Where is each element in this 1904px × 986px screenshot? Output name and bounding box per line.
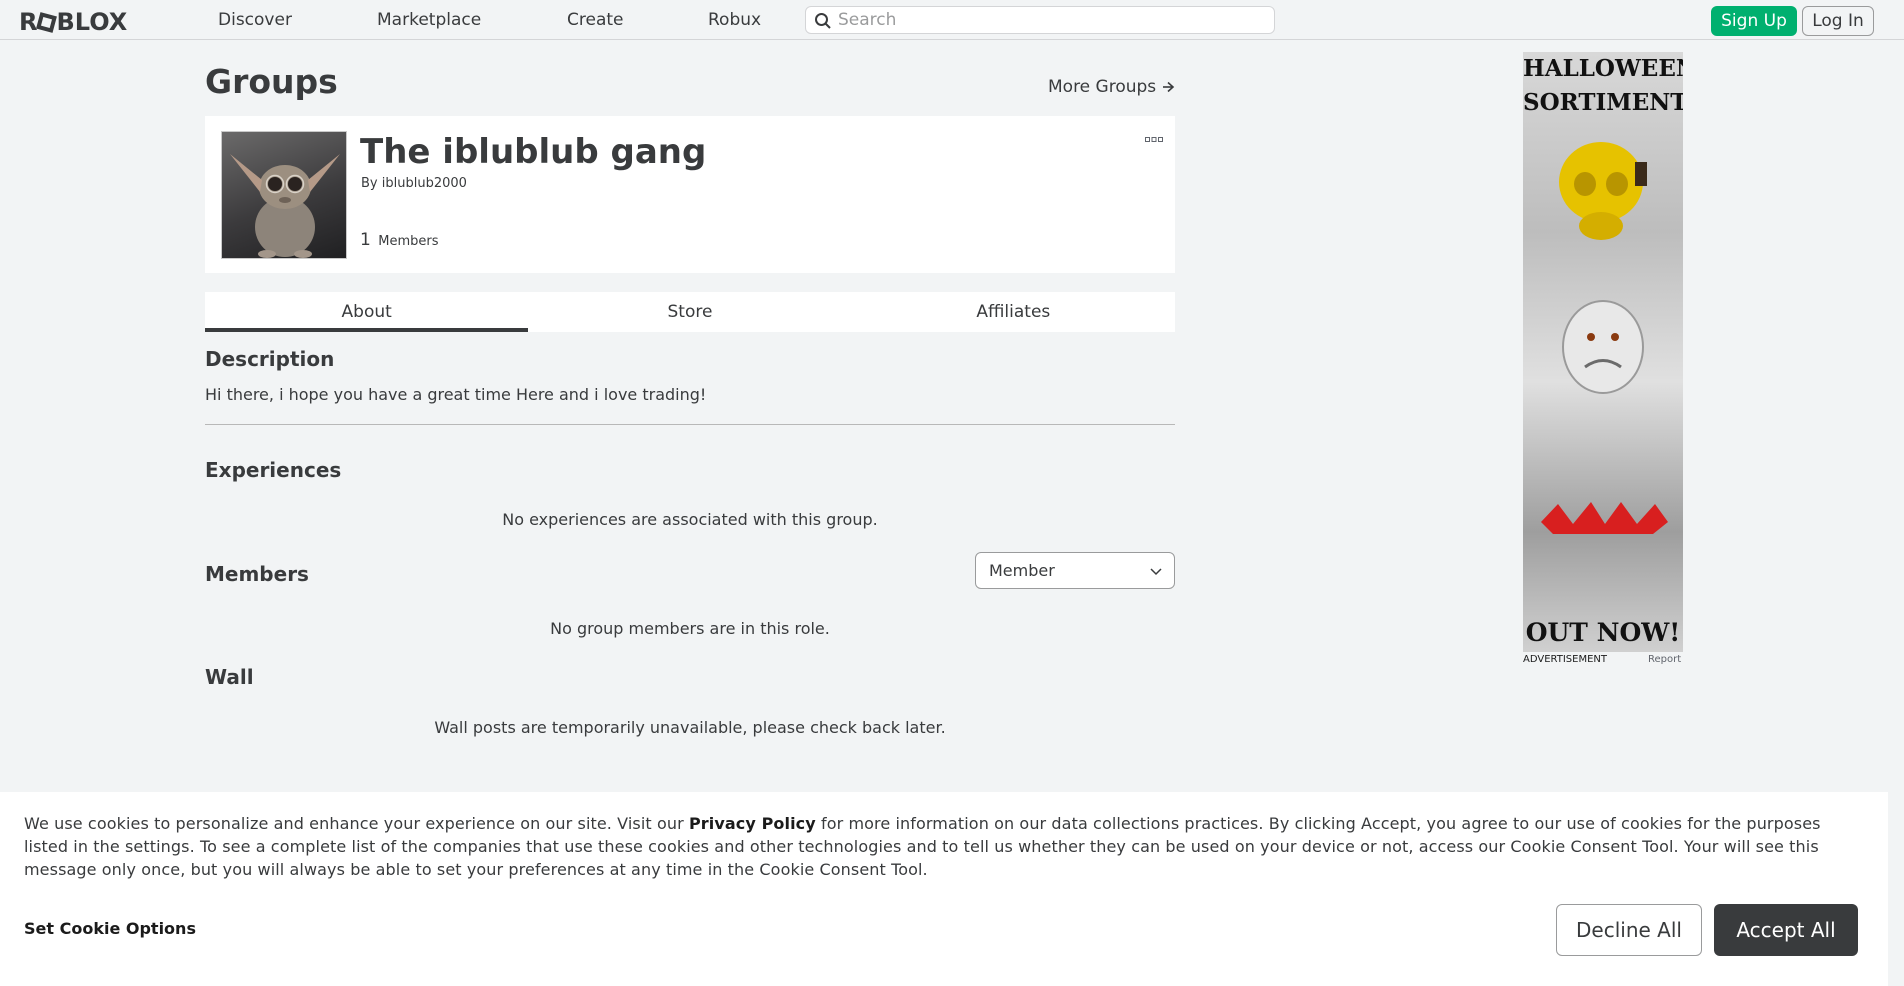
member-count-label: Members bbox=[378, 234, 439, 249]
group-emblem-image bbox=[221, 131, 347, 259]
experiences-heading: Experiences bbox=[205, 458, 342, 482]
more-groups-link[interactable]: More Groups bbox=[1048, 77, 1175, 97]
owner-link[interactable]: iblublub2000 bbox=[382, 176, 467, 191]
report-ad-link[interactable]: Report bbox=[1648, 654, 1681, 665]
group-name: The iblublub gang bbox=[360, 132, 707, 172]
cookie-consent-banner: We use cookies to personalize and enhanc… bbox=[0, 792, 1888, 986]
nav-discover[interactable]: Discover bbox=[218, 10, 292, 30]
more-groups-label: More Groups bbox=[1048, 77, 1157, 97]
log-in-button[interactable]: Log In bbox=[1802, 6, 1874, 36]
owner-prefix: By bbox=[361, 176, 378, 191]
top-navigation: R BLOX Discover Marketplace Create Robux … bbox=[0, 0, 1904, 40]
nav-create[interactable]: Create bbox=[567, 10, 624, 30]
advertisement-banner[interactable]: HALLOWEEN SORTIMENT OUT NOW! bbox=[1523, 52, 1683, 652]
member-count: 1 Members bbox=[360, 230, 438, 250]
tab-store[interactable]: Store bbox=[528, 292, 851, 332]
wall-message: Wall posts are temporarily unavailable, … bbox=[434, 718, 946, 737]
group-owner: By iblublub2000 bbox=[361, 176, 467, 191]
tab-about[interactable]: About bbox=[205, 292, 529, 332]
tab-affiliates[interactable]: Affiliates bbox=[852, 292, 1175, 332]
role-dropdown[interactable]: Member bbox=[975, 552, 1175, 589]
description-heading: Description bbox=[205, 347, 335, 371]
chevron-down-icon bbox=[1150, 568, 1162, 576]
arrow-right-icon bbox=[1162, 81, 1174, 93]
search-box bbox=[805, 6, 1275, 34]
ad-skull-image bbox=[1541, 142, 1668, 534]
experiences-empty-message: No experiences are associated with this … bbox=[502, 510, 878, 529]
sign-up-button[interactable]: Sign Up bbox=[1711, 6, 1797, 36]
advertisement-label: ADVERTISEMENT bbox=[1523, 654, 1608, 665]
search-icon bbox=[815, 13, 831, 29]
group-header-card: The iblublub gang By iblublub2000 1 Memb… bbox=[205, 116, 1175, 273]
ad-headline: HALLOWEEN SORTIMENT bbox=[1523, 55, 1683, 116]
cookie-message: We use cookies to personalize and enhanc… bbox=[24, 812, 1854, 881]
member-count-value: 1 bbox=[360, 230, 371, 250]
group-tabs: About Store Affiliates bbox=[205, 292, 1175, 332]
cookie-text-before: We use cookies to personalize and enhanc… bbox=[24, 814, 684, 833]
role-dropdown-value: Member bbox=[989, 561, 1055, 580]
accept-all-button[interactable]: Accept All bbox=[1714, 904, 1858, 956]
decline-all-button[interactable]: Decline All bbox=[1556, 904, 1702, 956]
search-input[interactable] bbox=[838, 9, 1258, 31]
more-options-icon[interactable] bbox=[1145, 132, 1163, 147]
wall-heading: Wall bbox=[205, 665, 254, 689]
nav-marketplace[interactable]: Marketplace bbox=[377, 10, 481, 30]
nav-robux[interactable]: Robux bbox=[708, 10, 761, 30]
set-cookie-options-link[interactable]: Set Cookie Options bbox=[24, 919, 196, 938]
page-title: Groups bbox=[205, 62, 338, 101]
members-empty-message: No group members are in this role. bbox=[550, 619, 830, 638]
roblox-logo[interactable]: R BLOX bbox=[19, 8, 127, 36]
section-divider bbox=[205, 424, 1175, 425]
ad-footer-text: OUT NOW! bbox=[1525, 618, 1681, 647]
members-heading: Members bbox=[205, 562, 309, 586]
group-description: Hi there, i hope you have a great time H… bbox=[205, 385, 707, 404]
privacy-policy-link[interactable]: Privacy Policy bbox=[689, 814, 816, 833]
